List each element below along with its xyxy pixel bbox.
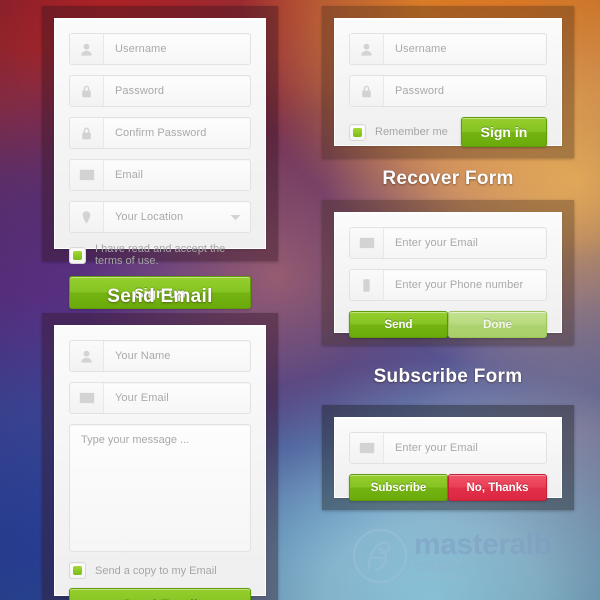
user-icon bbox=[70, 34, 104, 64]
signin-action-row: Remember me Sign in bbox=[349, 117, 547, 147]
subscribe-form-frame: Enter your Email Subscribe No, Thanks bbox=[322, 405, 574, 510]
send-email-message-textarea[interactable]: Type your message ... bbox=[69, 424, 251, 552]
signup-confirm-password-field[interactable]: Confirm Password bbox=[69, 117, 251, 149]
lock-icon bbox=[70, 118, 104, 148]
lock-icon bbox=[350, 76, 384, 106]
signup-location-placeholder: Your Location bbox=[115, 211, 184, 223]
send-email-name-placeholder: Your Name bbox=[115, 350, 171, 362]
signin-form-card: Username Password Remember me Sign in bbox=[334, 18, 562, 147]
user-icon bbox=[350, 34, 384, 64]
send-email-copy-checkbox[interactable] bbox=[69, 562, 86, 579]
signup-location-select[interactable]: Your Location bbox=[69, 201, 251, 233]
recover-email-field[interactable]: Enter your Email bbox=[349, 227, 547, 259]
map-pin-icon bbox=[70, 202, 104, 232]
send-email-email-field[interactable]: Your Email bbox=[69, 382, 251, 414]
send-email-email-placeholder: Your Email bbox=[115, 392, 169, 404]
recover-action-row: Send Done bbox=[349, 311, 547, 338]
signin-username-field[interactable]: Username bbox=[349, 33, 547, 65]
signin-form-frame: Username Password Remember me Sign in bbox=[322, 6, 574, 158]
watermark: masteralb creative www.masteralb.com bbox=[352, 520, 582, 592]
subscribe-email-placeholder: Enter your Email bbox=[395, 442, 478, 454]
watermark-text: masteralb creative www.masteralb.com bbox=[414, 528, 552, 582]
recover-form-card: Enter your Email Enter your Phone number… bbox=[334, 212, 562, 338]
send-email-form-card: Your Name Your Email Type your message .… bbox=[54, 325, 266, 600]
subscribe-email-field[interactable]: Enter your Email bbox=[349, 432, 547, 464]
signin-password-placeholder: Password bbox=[395, 85, 445, 97]
signin-submit-button[interactable]: Sign in bbox=[461, 117, 547, 147]
send-email-submit-button[interactable]: Send Email bbox=[69, 588, 251, 600]
subscribe-form-heading: Subscribe Form bbox=[373, 366, 523, 387]
subscribe-form-card: Enter your Email Subscribe No, Thanks bbox=[334, 417, 562, 501]
signin-remember-checkbox-row[interactable]: Remember me bbox=[349, 123, 448, 141]
user-icon bbox=[70, 341, 104, 371]
signup-confirm-password-placeholder: Confirm Password bbox=[115, 127, 207, 139]
signin-username-placeholder: Username bbox=[395, 43, 447, 55]
signup-password-field[interactable]: Password bbox=[69, 75, 251, 107]
page-background: Username Password Confirm Password Email bbox=[0, 0, 600, 600]
watermark-url: www.masteralb.com bbox=[414, 575, 469, 582]
chevron-down-icon[interactable] bbox=[220, 202, 250, 232]
signup-password-placeholder: Password bbox=[115, 85, 165, 97]
signin-remember-checkbox[interactable] bbox=[349, 123, 366, 141]
signup-username-placeholder: Username bbox=[115, 43, 167, 55]
subscribe-submit-button[interactable]: Subscribe bbox=[349, 474, 448, 501]
signup-form-frame: Username Password Confirm Password Email bbox=[42, 6, 278, 309]
signup-terms-checkbox[interactable] bbox=[69, 246, 86, 264]
recover-form-heading: Recover Form bbox=[382, 168, 514, 189]
recover-done-button[interactable]: Done bbox=[448, 311, 547, 338]
signup-username-field[interactable]: Username bbox=[69, 33, 251, 65]
signup-form-card: Username Password Confirm Password Email bbox=[54, 18, 266, 309]
signup-terms-checkbox-row[interactable]: I have read and accept the terms of use. bbox=[69, 243, 251, 267]
envelope-icon bbox=[350, 433, 384, 463]
signin-remember-label: Remember me bbox=[375, 126, 448, 138]
recover-form-frame: Enter your Email Enter your Phone number… bbox=[322, 200, 574, 345]
send-email-name-field[interactable]: Your Name bbox=[69, 340, 251, 372]
recover-phone-placeholder: Enter your Phone number bbox=[395, 279, 524, 291]
send-email-heading: Send Email bbox=[107, 286, 213, 307]
send-email-copy-label: Send a copy to my Email bbox=[95, 564, 217, 577]
envelope-icon bbox=[70, 383, 104, 413]
envelope-icon bbox=[350, 228, 384, 258]
subscribe-decline-button[interactable]: No, Thanks bbox=[448, 474, 547, 501]
signup-email-field[interactable]: Email bbox=[69, 159, 251, 191]
watermark-tagline: creative bbox=[414, 558, 470, 576]
signup-email-placeholder: Email bbox=[115, 169, 144, 181]
signin-password-field[interactable]: Password bbox=[349, 75, 547, 107]
masteralb-logo-icon bbox=[352, 528, 408, 584]
recover-send-button[interactable]: Send bbox=[349, 311, 448, 338]
send-email-form-frame: Your Name Your Email Type your message .… bbox=[42, 313, 278, 600]
watermark-name: masteralb bbox=[414, 528, 552, 562]
lock-icon bbox=[70, 76, 104, 106]
recover-email-placeholder: Enter your Email bbox=[395, 237, 478, 249]
recover-phone-field[interactable]: Enter your Phone number bbox=[349, 269, 547, 301]
phone-icon bbox=[350, 270, 384, 300]
envelope-icon bbox=[70, 160, 104, 190]
subscribe-action-row: Subscribe No, Thanks bbox=[349, 474, 547, 501]
send-email-copy-checkbox-row[interactable]: Send a copy to my Email bbox=[69, 562, 251, 579]
signup-terms-label: I have read and accept the terms of use. bbox=[95, 243, 226, 267]
